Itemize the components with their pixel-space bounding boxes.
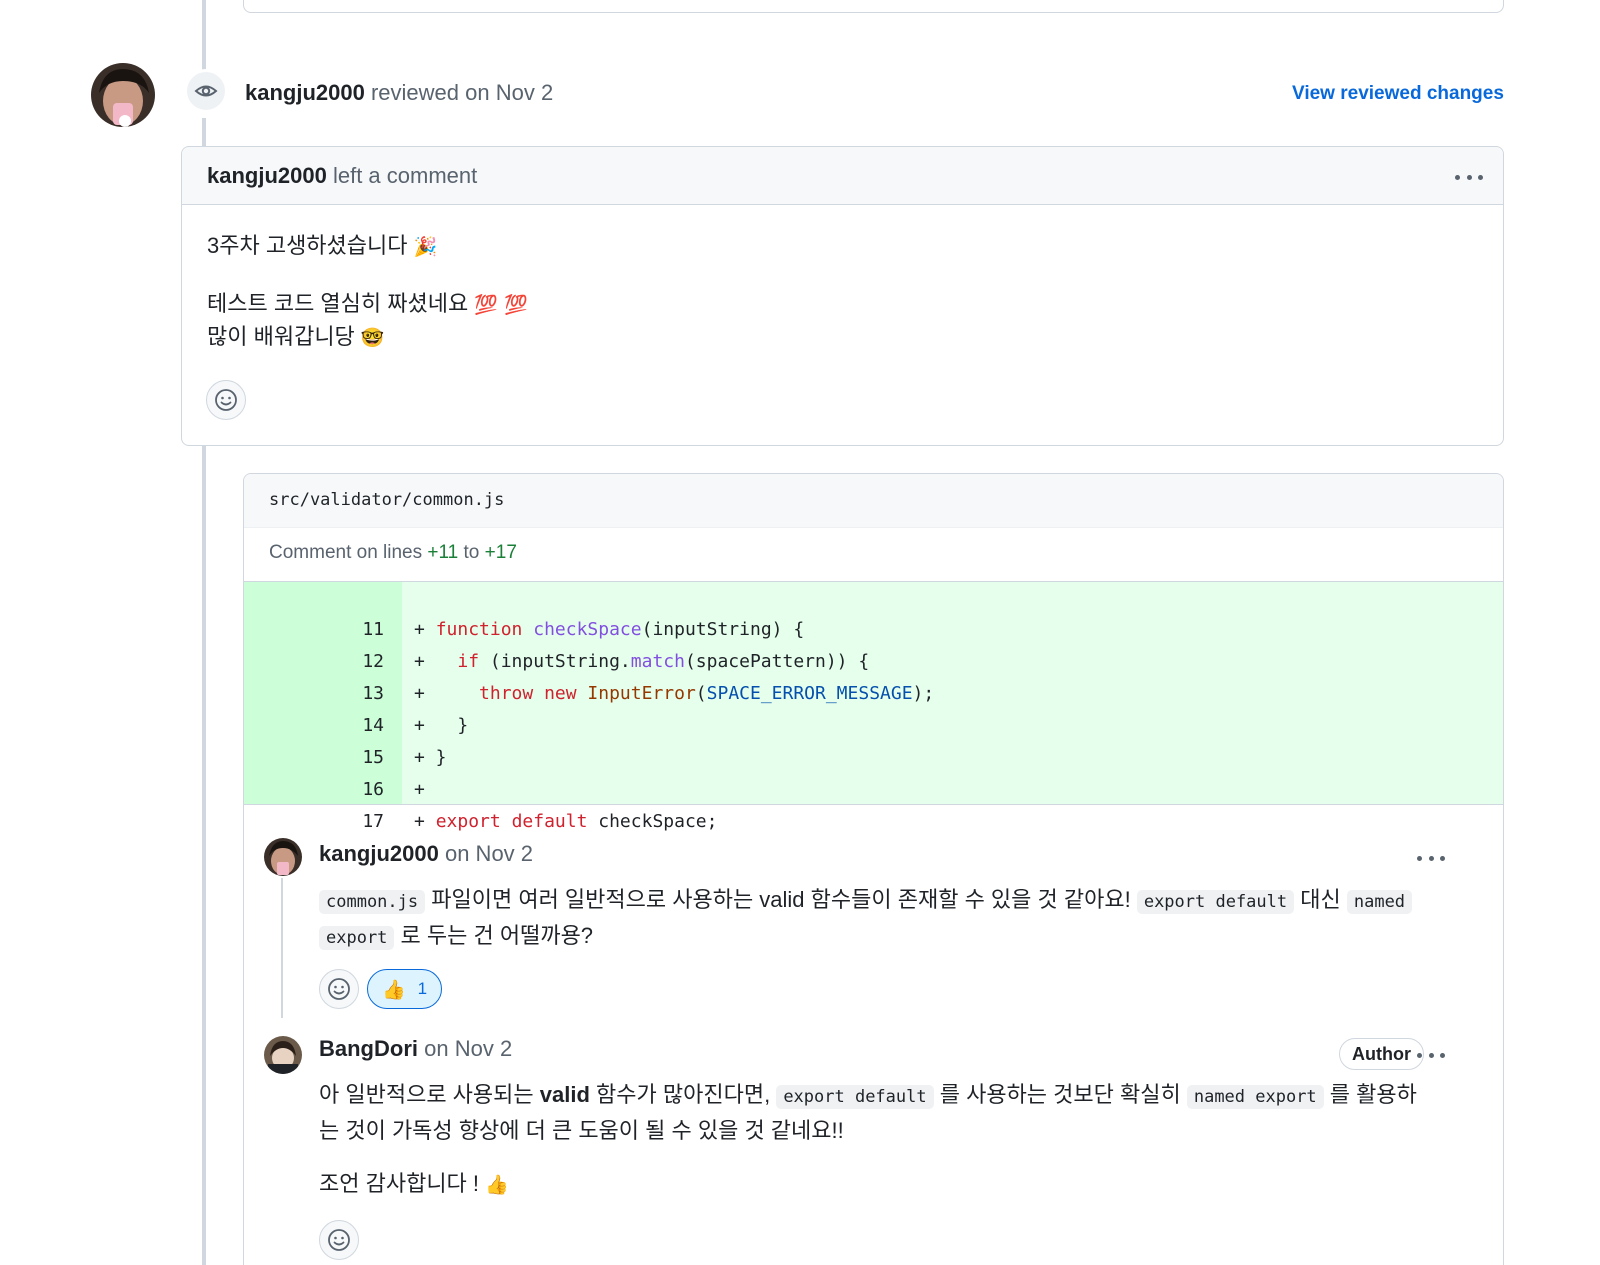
comment-lines-label: Comment on lines +11 to +17 [269, 542, 517, 563]
comment-line: 많이 배워갑니당 🤓 [207, 324, 385, 349]
diff-hunk: 11 + function checkSpace(inputString) { 1… [244, 581, 1503, 832]
hundred-points-icon: 💯 💯 [474, 294, 528, 316]
review-action: reviewed on Nov 2 [370, 80, 554, 105]
diff-line: 11 + function checkSpace(inputString) { [362, 619, 805, 640]
kebab-menu-icon[interactable] [1414, 848, 1448, 868]
timeline-line [202, 0, 206, 78]
review-event-header: kangju2000 reviewed on Nov 2 [245, 78, 553, 108]
comment-line: 테스트 코드 열심히 짜셨네요 💯 💯 [207, 291, 528, 316]
avatar[interactable] [91, 63, 155, 127]
thumbs-up-reaction-button[interactable]: 👍 1 [367, 969, 443, 1009]
comment-line: 3주차 고생하셨습니다 🎉 [207, 233, 438, 258]
previous-event-box [243, 0, 1504, 13]
comment-line: 조언 감사합니다 ! 👍 [319, 1171, 509, 1196]
comment-body: common.js 파일이면 여러 일반적으로 사용하는 valid 함수들이 … [319, 883, 1459, 955]
diff-line: 15 + } [362, 747, 447, 768]
file-header: src/validator/common.js [244, 474, 1503, 528]
diff-line: 13 + throw new InputError(SPACE_ERROR_MES… [362, 683, 935, 704]
nerd-face-icon: 🤓 [360, 327, 385, 349]
comment-author-link[interactable]: kangju2000 [207, 163, 327, 188]
comment-header: BangDori on Nov 2 [319, 1034, 512, 1064]
thread-connector-line [281, 878, 283, 1018]
view-reviewed-changes-link[interactable]: View reviewed changes [1292, 80, 1504, 108]
comment-action: left a comment [332, 163, 478, 188]
review-comment-card: kangju2000 left a comment 3주차 고생하셨습니다 🎉 … [181, 146, 1504, 446]
smiley-icon [328, 978, 350, 1000]
diff-line: 17 + export default checkSpace; [362, 811, 718, 832]
comment-author-link[interactable]: kangju2000 [319, 841, 439, 866]
review-author-link[interactable]: kangju2000 [245, 80, 365, 105]
timeline-line [202, 446, 206, 1265]
author-badge: Author [1339, 1038, 1424, 1070]
file-path-link[interactable]: src/validator/common.js [269, 490, 504, 510]
review-card-header: kangju2000 left a comment [182, 147, 1503, 205]
eye-icon [184, 69, 228, 113]
kebab-menu-icon[interactable] [1414, 1045, 1448, 1065]
timeline-line [202, 118, 206, 148]
avatar[interactable] [264, 838, 302, 876]
thumbs-up-icon: 👍 [485, 1174, 509, 1196]
kebab-menu-icon[interactable] [1452, 167, 1486, 187]
comment-author-link[interactable]: BangDori [319, 1036, 418, 1061]
smiley-icon [215, 389, 237, 411]
comment-header: kangju2000 on Nov 2 [319, 839, 533, 869]
review-thread: src/validator/common.js Comment on lines… [243, 473, 1504, 1265]
party-popper-icon: 🎉 [413, 236, 438, 258]
thumbs-up-icon: 👍 [382, 978, 406, 1001]
avatar[interactable] [264, 1036, 302, 1074]
add-reaction-button[interactable] [206, 380, 246, 420]
comment-date[interactable]: on Nov 2 [445, 841, 533, 866]
reaction-count: 1 [417, 979, 428, 998]
smiley-icon [328, 1229, 350, 1251]
comment-body: 아 일반적으로 사용되는 valid 함수가 많아진다면, export def… [319, 1082, 1417, 1143]
add-reaction-button[interactable] [319, 969, 359, 1009]
add-reaction-button[interactable] [319, 1220, 359, 1260]
diff-line: 12 + if (inputString.match(spacePattern))… [362, 651, 870, 672]
comment-date[interactable]: on Nov 2 [424, 1036, 512, 1061]
diff-line: 16 + [362, 779, 425, 800]
diff-line: 14 + } [362, 715, 469, 736]
